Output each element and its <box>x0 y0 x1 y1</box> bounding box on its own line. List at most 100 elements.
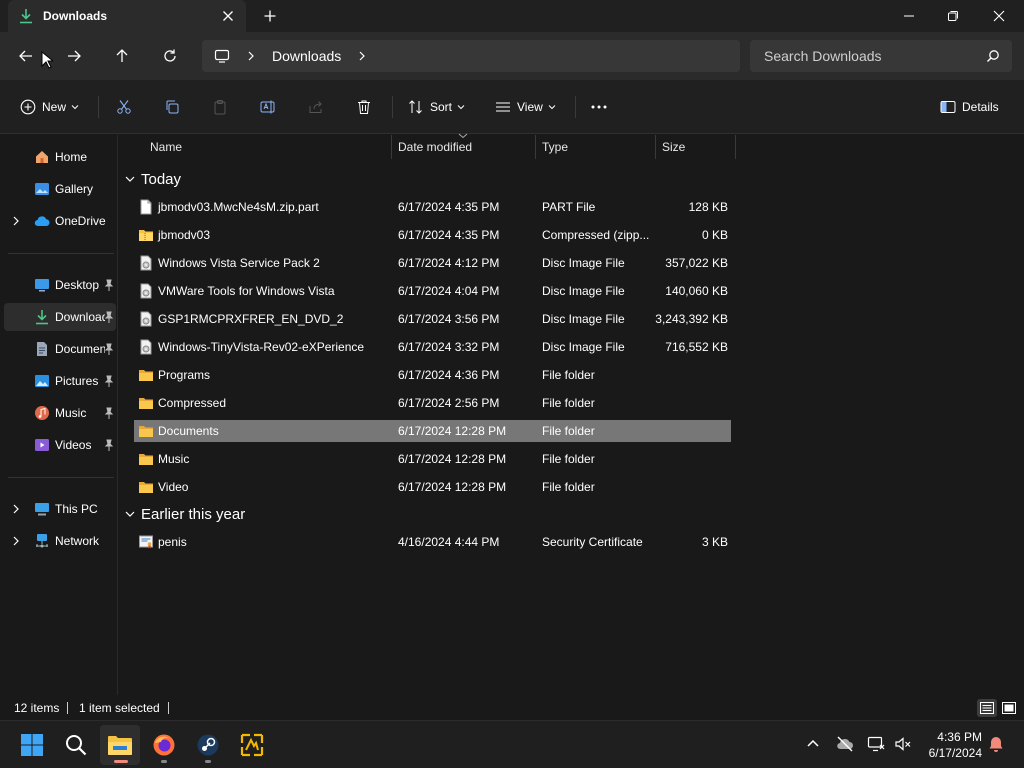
taskbar-steam[interactable] <box>188 725 228 765</box>
chevron-right-icon[interactable] <box>355 49 369 63</box>
column-header-name[interactable]: Name <box>150 135 182 159</box>
back-button[interactable] <box>14 44 38 68</box>
rename-button[interactable] <box>260 94 276 120</box>
close-icon <box>993 10 1005 22</box>
column-divider[interactable] <box>391 135 392 159</box>
column-header-type[interactable]: Type <box>542 135 568 159</box>
taskbar-app[interactable] <box>232 725 272 765</box>
sidebar-item-onedrive[interactable]: OneDrive <box>4 207 116 235</box>
sidebar-item-label: This PC <box>55 502 98 516</box>
file-row[interactable]: Programs 6/17/2024 4:36 PM File folder <box>134 364 731 386</box>
taskbar-file-explorer[interactable] <box>100 725 140 765</box>
sidebar-divider <box>8 477 114 478</box>
folder-icon <box>139 370 153 381</box>
group-header-today[interactable]: Today <box>124 168 181 190</box>
details-pane-icon <box>940 101 956 113</box>
file-row[interactable]: Windows-TinyVista-Rev02-eXPerience 6/17/2… <box>134 336 731 358</box>
new-tab-icon[interactable] <box>262 8 278 24</box>
status-divider <box>168 702 169 714</box>
cut-button[interactable] <box>116 94 132 120</box>
forward-button[interactable] <box>62 44 86 68</box>
network-status-icon[interactable] <box>867 735 885 753</box>
taskbar-firefox[interactable] <box>144 725 184 765</box>
file-row[interactable]: Windows Vista Service Pack 2 6/17/2024 4:… <box>134 252 731 274</box>
large-icons-view-button[interactable] <box>999 699 1019 717</box>
pin-icon[interactable] <box>104 311 114 323</box>
breadcrumb-downloads[interactable]: Downloads <box>272 48 341 64</box>
sidebar-item-network[interactable]: Network <box>4 527 116 555</box>
chevron-right-icon[interactable] <box>10 215 22 227</box>
column-header-size[interactable]: Size <box>662 135 685 159</box>
column-header-date[interactable]: Date modified <box>398 135 472 159</box>
refresh-button[interactable] <box>158 44 182 68</box>
clock[interactable]: 4:36 PM 6/17/2024 <box>920 729 982 761</box>
sidebar-item-label: Documents <box>55 342 105 356</box>
group-header-earlier[interactable]: Earlier this year <box>124 503 245 525</box>
file-row[interactable]: penis 4/16/2024 4:44 PM Security Certifica… <box>134 531 731 553</box>
details-view-button[interactable] <box>977 699 997 717</box>
cloud-offline-icon[interactable] <box>836 735 854 753</box>
chevron-right-icon[interactable] <box>10 503 22 515</box>
status-bar: 12 items 1 item selected <box>0 697 1024 720</box>
sort-button[interactable]: Sort <box>408 94 465 120</box>
up-button[interactable] <box>110 44 134 68</box>
file-row[interactable]: Video 6/17/2024 12:28 PM File folder <box>134 476 731 498</box>
start-button[interactable] <box>12 725 52 765</box>
paste-button[interactable] <box>212 94 228 120</box>
sidebar-item-downloads[interactable]: Downloads <box>4 303 116 331</box>
sidebar-item-pictures[interactable]: Pictures <box>4 367 116 395</box>
chevron-down-icon <box>457 105 465 110</box>
search-input[interactable]: Search Downloads <box>750 40 1012 72</box>
status-divider <box>67 702 68 714</box>
details-pane-button[interactable]: Details <box>940 94 999 120</box>
file-date: 6/17/2024 12:28 PM <box>398 480 507 494</box>
share-button[interactable] <box>308 94 324 120</box>
close-window-button[interactable] <box>976 0 1022 32</box>
sidebar-item-videos[interactable]: Videos <box>4 431 116 459</box>
pin-icon[interactable] <box>104 439 114 451</box>
file-row[interactable]: GSP1RMCPRXFRER_EN_DVD_2 6/17/2024 3:56 PM… <box>134 308 731 330</box>
restore-button[interactable] <box>930 0 976 32</box>
disc-image-icon <box>140 339 152 355</box>
column-divider[interactable] <box>735 135 736 159</box>
certificate-icon <box>139 535 153 549</box>
disc-image-icon <box>140 311 152 327</box>
view-button[interactable]: View <box>495 94 556 120</box>
pin-icon[interactable] <box>104 407 114 419</box>
pin-icon[interactable] <box>104 375 114 387</box>
chevron-right-icon[interactable] <box>10 535 22 547</box>
pin-icon[interactable] <box>104 343 114 355</box>
sidebar-item-gallery[interactable]: Gallery <box>4 175 116 203</box>
sidebar-item-home[interactable]: Home <box>4 143 116 171</box>
disc-image-icon <box>140 283 152 299</box>
tab-downloads[interactable]: Downloads <box>8 0 246 32</box>
volume-muted-icon[interactable] <box>894 735 912 753</box>
copy-button[interactable] <box>164 94 180 120</box>
file-row[interactable]: jbmodv03 6/17/2024 4:35 PM Compressed (zip… <box>134 224 731 246</box>
column-divider[interactable] <box>535 135 536 159</box>
new-button[interactable]: New <box>20 94 79 120</box>
file-row[interactable]: Music 6/17/2024 12:28 PM File folder <box>134 448 731 470</box>
search-button[interactable] <box>56 725 96 765</box>
chevron-up-icon[interactable] <box>804 735 822 753</box>
minimize-button[interactable] <box>886 0 932 32</box>
file-size: 0 KB <box>701 228 728 242</box>
column-divider[interactable] <box>655 135 656 159</box>
more-options-button[interactable] <box>590 94 608 120</box>
file-row[interactable]: VMWare Tools for Windows Vista 6/17/2024 … <box>134 280 731 302</box>
file-row[interactable]: Documents 6/17/2024 12:28 PM File folder <box>134 420 731 442</box>
file-type: Disc Image File <box>542 312 625 326</box>
folder-icon <box>139 482 153 493</box>
sidebar-item-music[interactable]: Music <box>4 399 116 427</box>
pin-icon[interactable] <box>104 279 114 291</box>
notification-bell-icon[interactable] <box>987 735 1005 753</box>
delete-button[interactable] <box>356 94 372 120</box>
sidebar-item-desktop[interactable]: Desktop <box>4 271 116 299</box>
address-bar[interactable]: Downloads <box>202 40 740 72</box>
pc-icon <box>35 503 49 516</box>
sidebar-item-documents[interactable]: Documents <box>4 335 116 363</box>
file-row[interactable]: Compressed 6/17/2024 2:56 PM File folder <box>134 392 731 414</box>
sidebar-item-this-pc[interactable]: This PC <box>4 495 116 523</box>
close-tab-icon[interactable] <box>220 8 236 24</box>
file-row[interactable]: jbmodv03.MwcNe4sM.zip.part 6/17/2024 4:35… <box>134 196 731 218</box>
